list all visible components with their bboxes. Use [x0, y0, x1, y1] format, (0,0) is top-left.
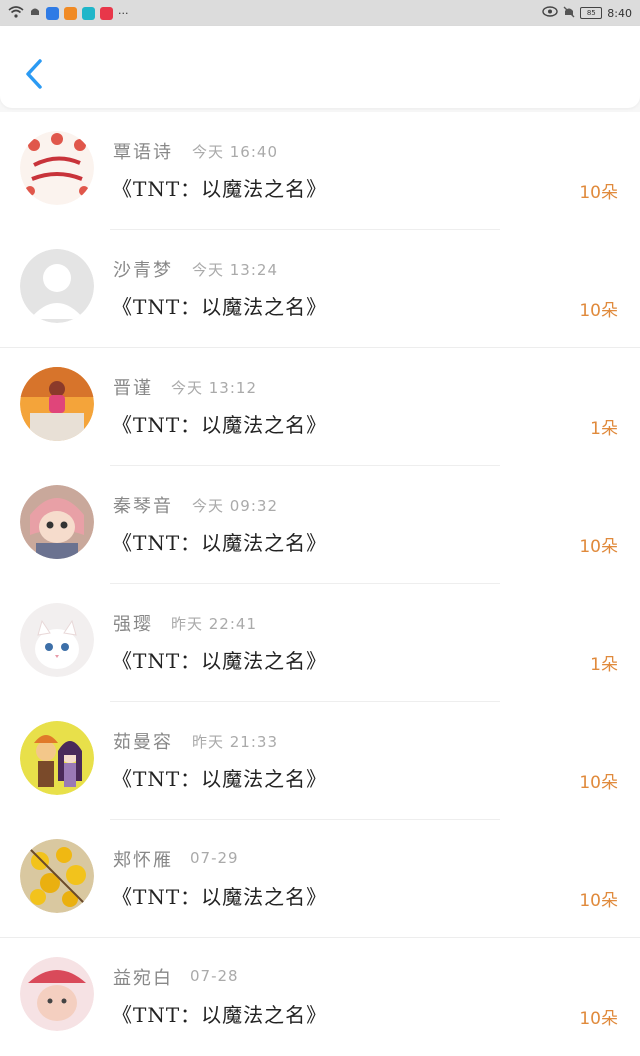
avatar: [20, 367, 94, 441]
gift-count: 1朵: [590, 419, 618, 439]
book-title: 《TNT：以魔法之名》: [112, 649, 328, 673]
header: [0, 26, 640, 108]
back-button[interactable]: [20, 56, 50, 92]
avatar: [20, 957, 94, 1031]
mute-icon: [563, 6, 575, 21]
list-item[interactable]: 茹曼容 昨天 21:33 《TNT：以魔法之名》 10朵: [0, 702, 640, 820]
app-teal-icon: [82, 6, 95, 20]
sender-name: 强璎: [113, 614, 153, 635]
chevron-left-icon: [26, 59, 42, 89]
book-title: 《TNT：以魔法之名》: [112, 413, 328, 437]
app-blue-icon: [46, 6, 59, 20]
gift-count: 10朵: [579, 773, 618, 793]
timestamp: 昨天 22:41: [171, 615, 257, 633]
gift-count: 1朵: [590, 655, 618, 675]
gift-count: 10朵: [579, 891, 618, 911]
avatar: [20, 249, 94, 323]
gift-count: 10朵: [579, 183, 618, 203]
timestamp: 昨天 21:33: [192, 733, 278, 751]
book-title: 《TNT：以魔法之名》: [112, 295, 328, 319]
clock: 8:40: [607, 6, 632, 20]
book-title: 《TNT：以魔法之名》: [112, 885, 328, 909]
status-bar: ··· 85 8:40: [0, 0, 640, 26]
list-item[interactable]: 沙青梦 今天 13:24 《TNT：以魔法之名》 10朵: [0, 230, 640, 348]
sender-name: 秦琴音: [113, 496, 173, 517]
book-title: 《TNT：以魔法之名》: [112, 531, 328, 555]
list-item[interactable]: 晋谨 今天 13:12 《TNT：以魔法之名》 1朵: [0, 348, 640, 466]
gift-count: 10朵: [579, 537, 618, 557]
timestamp: 今天 09:32: [192, 497, 278, 515]
list-item[interactable]: 秦琴音 今天 09:32 《TNT：以魔法之名》 10朵: [0, 466, 640, 584]
sender-name: 覃语诗: [113, 142, 173, 163]
list-item[interactable]: 强璎 昨天 22:41 《TNT：以魔法之名》 1朵: [0, 584, 640, 702]
notification-icon: [29, 6, 41, 21]
status-right: 85 8:40: [542, 6, 632, 21]
timestamp: 今天 16:40: [192, 143, 278, 161]
avatar: [20, 603, 94, 677]
gift-list: 覃语诗 今天 16:40 《TNT：以魔法之名》 10朵 沙青梦 今天 13:2…: [0, 112, 640, 1056]
list-item[interactable]: 覃语诗 今天 16:40 《TNT：以魔法之名》 10朵: [0, 112, 640, 230]
avatar: [20, 839, 94, 913]
avatar: [20, 721, 94, 795]
app-orange-icon: [64, 6, 77, 20]
eye-icon: [542, 6, 558, 20]
sender-name: 益宛白: [113, 968, 173, 989]
sender-name: 郏怀雁: [113, 850, 173, 871]
timestamp: 07-29: [190, 849, 239, 867]
timestamp: 今天 13:24: [192, 261, 278, 279]
app-red-icon: [100, 6, 113, 20]
more-icon: ···: [118, 6, 129, 20]
status-left: ···: [8, 5, 129, 21]
book-title: 《TNT：以魔法之名》: [112, 177, 328, 201]
list-item[interactable]: 益宛白 07-28 《TNT：以魔法之名》 10朵: [0, 938, 640, 1056]
sender-name: 沙青梦: [113, 260, 173, 281]
timestamp: 07-28: [190, 967, 239, 985]
book-title: 《TNT：以魔法之名》: [112, 767, 328, 791]
avatar: [20, 131, 94, 205]
timestamp: 今天 13:12: [171, 379, 257, 397]
gift-count: 10朵: [579, 1009, 618, 1029]
list-item[interactable]: 郏怀雁 07-29 《TNT：以魔法之名》 10朵: [0, 820, 640, 938]
gift-count: 10朵: [579, 301, 618, 321]
avatar: [20, 485, 94, 559]
sender-name: 晋谨: [113, 378, 153, 399]
battery-icon: 85: [580, 7, 603, 19]
wifi-icon: [8, 5, 24, 21]
sender-name: 茹曼容: [113, 732, 173, 753]
